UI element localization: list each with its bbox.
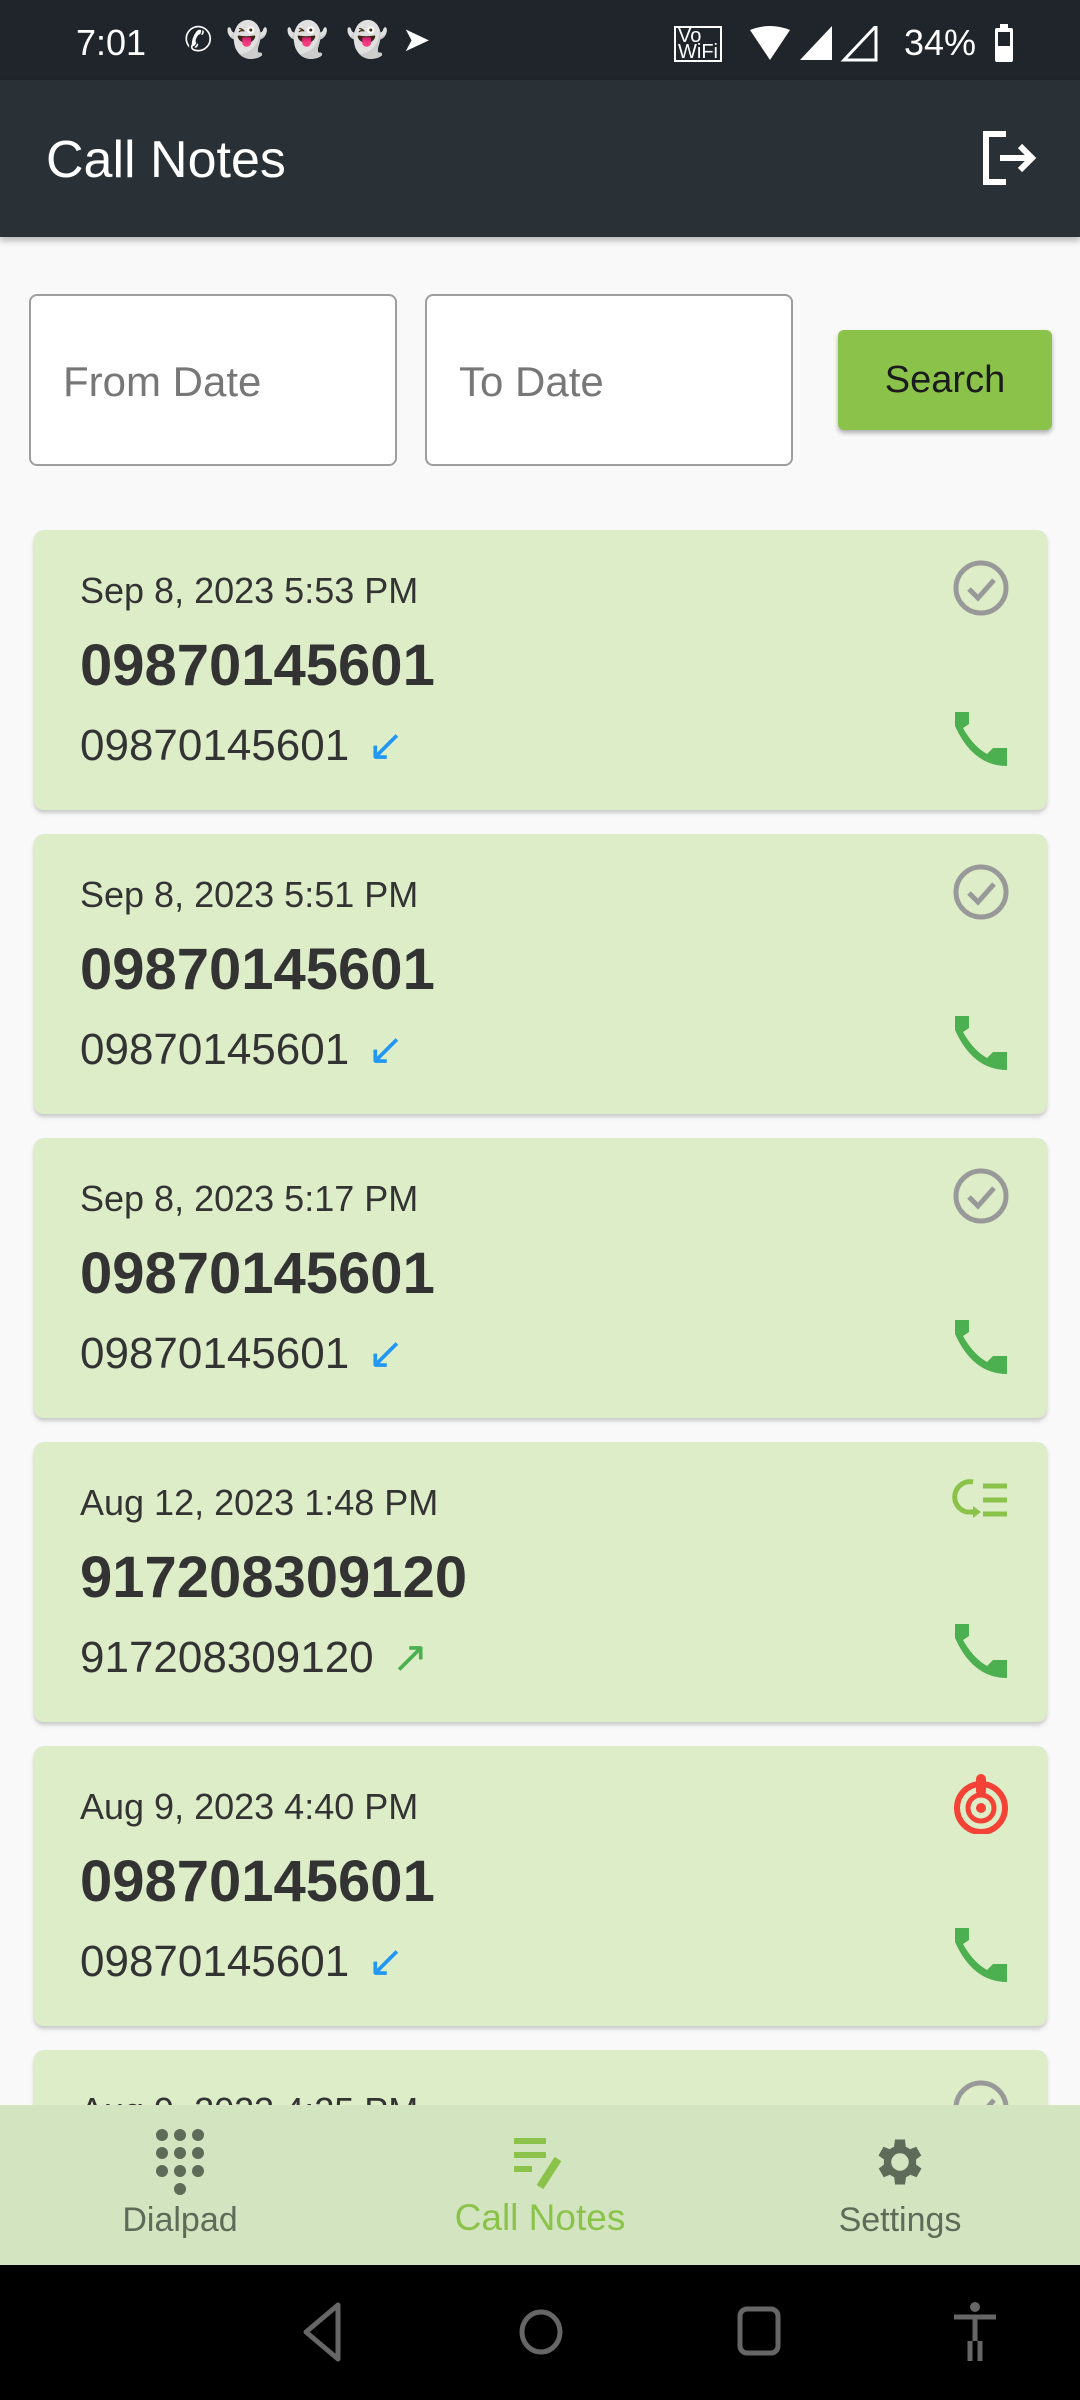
nav-call-notes[interactable]: Call Notes [390,2105,690,2265]
nav-settings[interactable]: Settings [750,2105,1050,2265]
incoming-call-icon: ↙ [367,1329,405,1378]
call-note-card[interactable]: Sep 8, 2023 5:51 PM 09870145601 0987014560… [34,834,1047,1114]
call-date: Sep 8, 2023 5:53 PM [80,570,419,611]
phone-icon[interactable] [951,710,1011,770]
search-button[interactable]: Search [838,330,1052,430]
accessibility-icon[interactable] [950,2301,1000,2363]
phone-number: 917208309120 [80,1633,374,1682]
phone-icon[interactable] [951,1926,1011,1986]
whatsapp-icon: ✆ [184,21,213,59]
page-title: Call Notes [46,131,286,189]
contact-name: 09870145601 [80,1849,435,1914]
call-note-card[interactable]: Sep 8, 2023 5:17 PM 09870145601 0987014560… [34,1138,1047,1418]
gear-icon [878,2139,922,2185]
phone-number: 09870145601 [80,721,350,770]
battery-icon [995,24,1013,62]
call-date: Aug 9, 2023 4:40 PM [80,1786,419,1827]
system-navigation-bar [0,2265,1080,2400]
phone-icon[interactable] [951,1318,1011,1378]
contact-name: 09870145601 [80,937,435,1002]
call-date: Sep 8, 2023 5:17 PM [80,1178,419,1219]
app-bar: Call Notes [0,80,1080,237]
call-note-card[interactable]: Sep 8, 2023 5:53 PM 09870145601 0987014560… [34,530,1047,810]
call-date: Aug 12, 2023 1:48 PM [80,1482,439,1523]
call-date: Sep 8, 2023 5:51 PM [80,874,419,915]
contact-name: 09870145601 [80,1241,435,1306]
phone-icon[interactable] [951,1622,1011,1682]
check-circle-icon[interactable] [951,1166,1011,1226]
nav-label: Call Notes [454,2197,626,2238]
contact-name: 917208309120 [80,1545,468,1610]
incoming-call-icon: ↙ [367,721,405,770]
snapchat-icon: 👻 [226,21,269,59]
notes-edit-icon [514,2138,562,2190]
battery-percent: 34% [903,22,976,63]
phone-icon[interactable] [951,1014,1011,1074]
call-note-card[interactable]: Aug 12, 2023 1:48 PM 917208309120 91720830… [34,1442,1047,1722]
bottom-navigation: Dialpad Call Notes Settings [0,2105,1080,2265]
phone-number: 09870145601 [80,1937,350,1986]
phone-number: 09870145601 [80,1025,350,1074]
check-circle-icon[interactable] [951,558,1011,618]
nav-label: Settings [838,2201,962,2239]
to-date-input[interactable]: To Date [425,294,793,466]
urgent-target-icon[interactable] [951,1774,1011,1834]
follow-up-icon[interactable] [951,1470,1011,1530]
telegram-icon: ➤ [402,21,431,59]
dialpad-icon [156,2129,204,2195]
snapchat-icon: 👻 [286,21,329,59]
recents-icon[interactable] [736,2301,782,2363]
snapchat-icon: 👻 [346,21,389,59]
nav-label: Dialpad [122,2201,238,2239]
nav-dialpad[interactable]: Dialpad [30,2105,330,2265]
status-bar: 7:01 ✆ 👻 👻 👻 ➤ Vo WiFi 34% [0,0,1080,80]
contact-name: 09870145601 [80,633,435,698]
check-circle-icon[interactable] [951,862,1011,922]
incoming-call-icon: ↙ [367,1937,405,1986]
home-icon[interactable] [518,2301,564,2363]
phone-number: 09870145601 [80,1329,350,1378]
vowifi-icon: Vo WiFi [674,26,722,62]
back-icon[interactable] [300,2301,344,2363]
from-date-input[interactable]: From Date [29,294,397,466]
call-note-card[interactable]: Aug 9, 2023 4:40 PM 09870145601 0987014560… [34,1746,1047,2026]
status-time: 7:01 [76,22,147,63]
incoming-call-icon: ↙ [367,1025,405,1074]
logout-icon[interactable] [980,128,1040,188]
wifi-signal-icon [750,26,878,62]
outgoing-call-icon: ↗ [391,1633,429,1682]
